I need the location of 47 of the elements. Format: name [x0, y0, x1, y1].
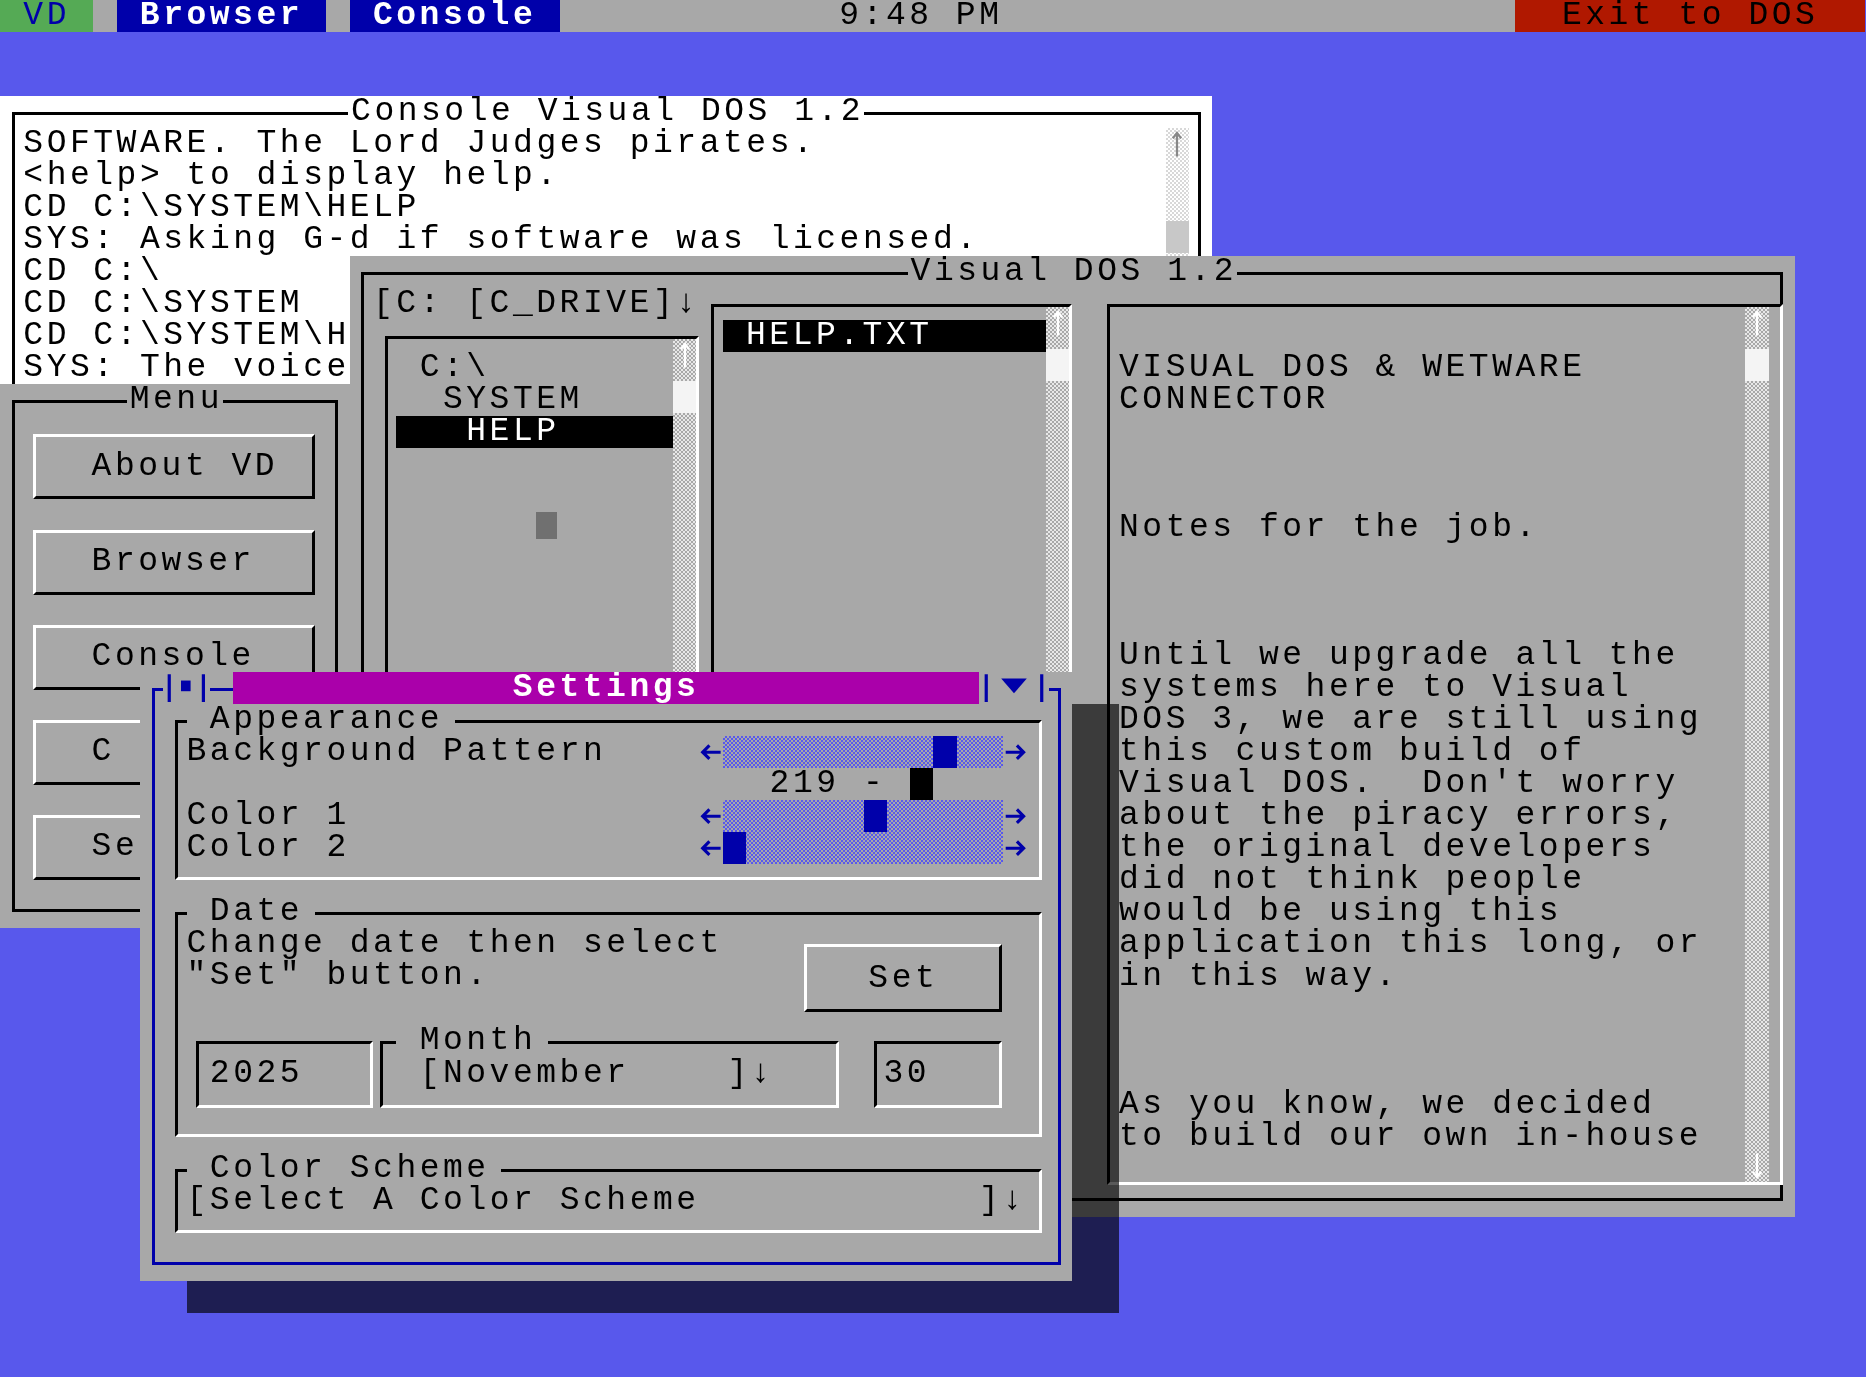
console-line: SYS: The voice [23, 352, 350, 385]
file-item[interactable]: HELP.TXT [722, 320, 1047, 353]
document-paragraph: Notes for the job. [1119, 512, 1540, 545]
setting-label: Color 2 [186, 832, 351, 865]
tree-item[interactable]: SYSTEM [396, 384, 674, 417]
slider[interactable] [699, 736, 1027, 769]
console-line: CD C:\SYSTEM [23, 288, 304, 321]
console-line: CD C:\SYSTEM\HELP [23, 192, 420, 225]
taskbar-button[interactable]: Browser [116, 0, 327, 32]
tree-item[interactable]: C:\ [396, 352, 674, 385]
year-field[interactable]: 2025 [195, 1040, 373, 1108]
taskbar-button[interactable]: Console [349, 0, 560, 32]
document-paragraph: VISUAL DOS & WETWARE CONNECTOR [1119, 352, 1587, 417]
setting-label: Background Pattern [186, 736, 608, 769]
console-line: SOFTWARE. The Lord Judges pirates. [23, 128, 817, 161]
clock: 9:48 PM [839, 0, 1004, 32]
scroll-thumb[interactable] [1165, 220, 1189, 253]
slider[interactable] [699, 832, 1027, 865]
logo-button[interactable]: VD [0, 0, 94, 32]
slider-thumb[interactable] [933, 736, 957, 769]
slider[interactable] [699, 800, 1027, 833]
console-line: <help> to display help. [23, 160, 560, 193]
drive-dropdown[interactable]: [C: [C_DRIVE]↓ [373, 288, 700, 321]
value-reading: 219 - [769, 768, 887, 801]
console-line: CD C:\SYSTEM\H [23, 320, 350, 353]
slider-thumb[interactable] [864, 800, 888, 833]
scroll-thumb[interactable] [673, 380, 697, 413]
scroll-thumb[interactable] [1046, 348, 1070, 381]
square-marker-icon [536, 512, 558, 540]
dialog-title: Settings [233, 672, 980, 705]
day-field[interactable]: 30 [874, 1040, 1003, 1108]
scrollbar[interactable] [1745, 307, 1769, 1182]
slider-thumb[interactable] [722, 832, 747, 865]
group-title: Appearance [186, 704, 455, 737]
scrollbar[interactable] [1165, 128, 1189, 257]
menu-button[interactable]: About VD [32, 434, 315, 500]
document-paragraph: Until we upgrade all the systems here to Visual DOS 3, we are still using this custom build of Visual DOS. Don't worry about the piracy errors, the original developers did not think people would be using this application this long, or in this way. [1119, 640, 1704, 993]
set-button[interactable]: Set [804, 944, 1003, 1012]
color-swatch [909, 768, 933, 801]
console-line: CD C:\ [23, 256, 164, 289]
setting-label: Color 1 [186, 800, 351, 833]
document-paragraph: As you know, we decided to build our own in-house [1119, 1088, 1704, 1153]
menu-button[interactable]: Browser [32, 529, 315, 595]
scroll-thumb[interactable] [1745, 348, 1769, 381]
tree-item[interactable]: HELP [396, 416, 674, 449]
console-line: SYS: Asking G-d if software was licensed. [23, 224, 980, 257]
instruction-text: Change date then select "Set" button. [186, 928, 724, 993]
